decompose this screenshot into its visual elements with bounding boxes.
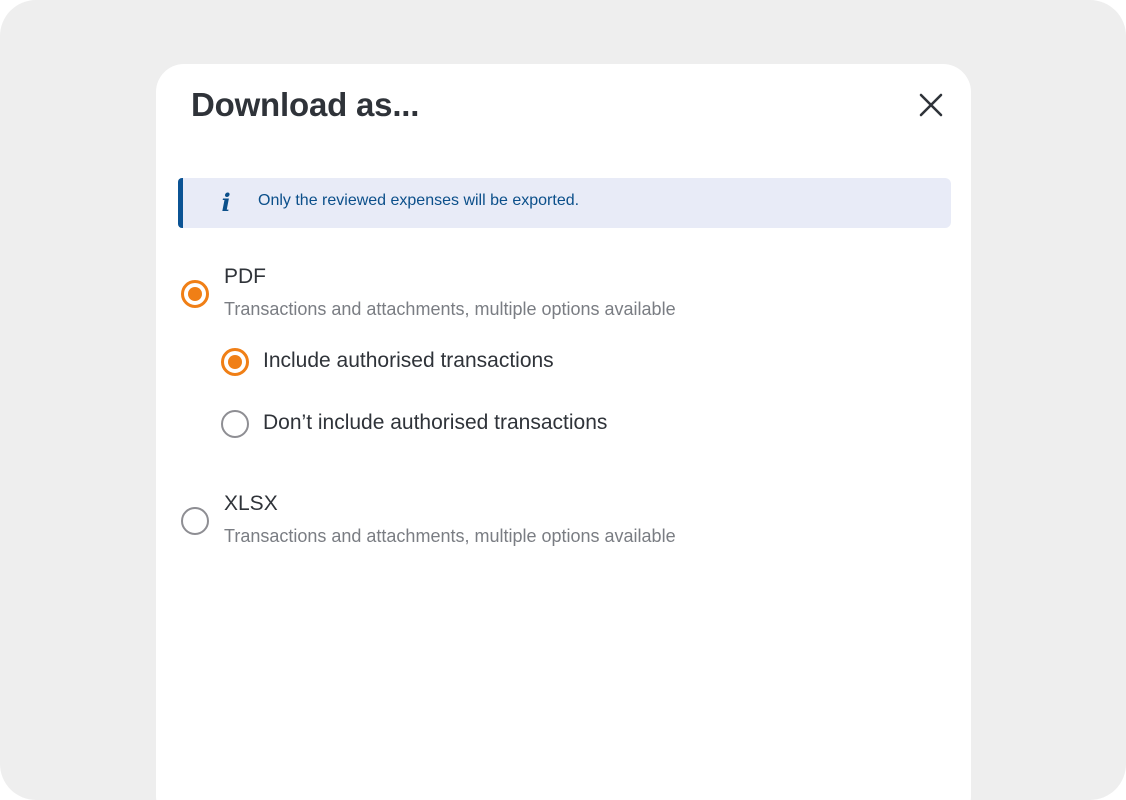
xlsx-radio[interactable] (181, 507, 209, 535)
modal-title: Download as... (191, 86, 420, 123)
close-button[interactable] (915, 89, 947, 121)
exclude-authorised-label[interactable]: Don’t include authorised transactions (263, 411, 607, 435)
pdf-option-description: Transactions and attachments, multiple o… (224, 299, 676, 319)
xlsx-option-description: Transactions and attachments, multiple o… (224, 526, 676, 546)
close-icon (919, 93, 943, 117)
info-icon: i (221, 188, 231, 217)
info-banner: i Only the reviewed expenses will be exp… (178, 178, 951, 228)
include-authorised-radio[interactable] (221, 348, 249, 376)
pdf-radio[interactable] (181, 280, 209, 308)
pdf-option-label[interactable]: PDF (224, 265, 266, 289)
page-background: Download as... i Only the reviewed expen… (0, 0, 1126, 800)
info-banner-text: Only the reviewed expenses will be expor… (258, 192, 580, 209)
xlsx-option-label[interactable]: XLSX (224, 492, 278, 516)
exclude-authorised-radio[interactable] (221, 410, 249, 438)
download-modal: Download as... i Only the reviewed expen… (156, 64, 971, 800)
include-authorised-label[interactable]: Include authorised transactions (263, 349, 554, 373)
